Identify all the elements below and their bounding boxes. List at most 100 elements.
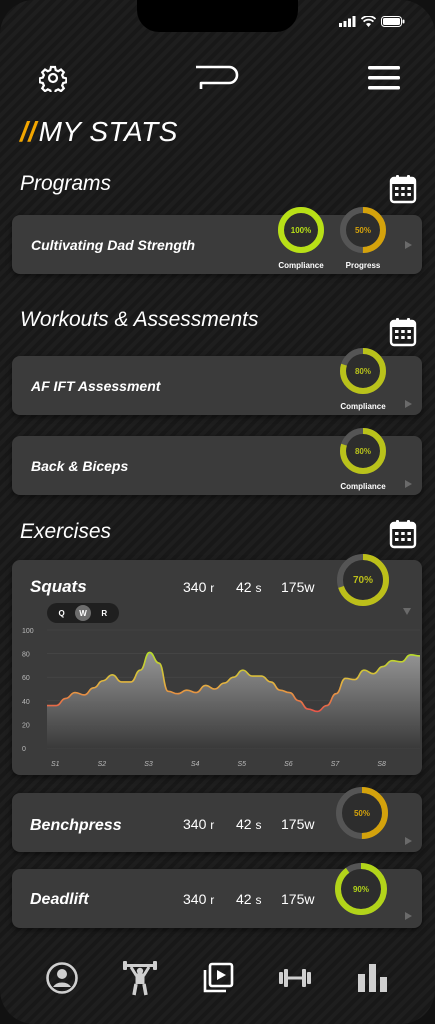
nav-profile[interactable] [44,958,80,998]
workout-name: AF IFT Assessment [31,378,161,394]
exercise-ring: 70% [335,552,391,608]
exercises-section-title: Exercises [20,520,112,543]
progress-label: Progress [345,261,381,270]
expand-arrow-icon[interactable] [405,241,412,249]
y-tick-label: 60 [22,675,30,682]
progress-percent: 50% [354,225,371,235]
time-value: 42 [236,579,252,595]
nav-exercises[interactable] [277,958,313,998]
x-tick-label: S6 [284,761,293,768]
notch [137,0,298,32]
progress-ring: 50% [338,205,388,255]
exercise-ring: 90% [333,861,389,917]
wifi-icon [361,16,376,27]
exercise-card[interactable]: Deadlift 340 r 42 s 175w 90% [12,863,422,928]
x-tick-label: S5 [238,761,247,768]
time-unit: s [255,581,262,595]
series-area [47,652,420,748]
y-tick-label: 20 [22,722,30,729]
compliance-label: Compliance [340,402,386,411]
reps-unit: r [210,818,215,832]
exercise-card[interactable]: Benchpress 340 r 42 s 175w 50% [12,787,422,852]
time-unit: s [255,893,262,907]
compliance-percent: 80% [354,446,371,456]
exercise-name: Deadlift [30,891,89,908]
period-option-r[interactable]: R [96,605,112,621]
x-tick-label: S2 [98,761,107,768]
gear-icon [38,65,68,95]
title-text: MY STATS [38,116,178,147]
hamburger-menu-button[interactable] [367,65,401,91]
signal-icon [339,16,356,27]
status-bar [339,16,405,27]
compliance-ring: 80% [338,346,388,396]
weight-stat: 175w [281,579,315,595]
time-stat: 42 s [236,816,261,832]
time-unit: s [255,818,262,832]
battery-icon [381,16,405,27]
hamburger-icon [368,66,400,90]
nav-workouts[interactable] [122,958,158,998]
page-title: // MY STATS [20,116,178,148]
reps-value: 340 [183,816,207,832]
y-tick-label: 40 [22,699,30,706]
time-value: 42 [236,891,252,907]
expand-arrow-icon[interactable] [405,837,412,845]
reps-stat: 340 r [183,891,214,907]
programs-calendar-button[interactable] [389,174,417,204]
reps-stat: 340 r [183,579,214,595]
compliance-percent: 80% [354,366,371,376]
weightlifter-icon [123,961,157,996]
exercise-percent: 50% [353,808,370,818]
video-library-icon [203,962,234,993]
nav-stats[interactable] [355,958,391,998]
expand-arrow-icon[interactable] [405,400,412,408]
settings-button[interactable] [38,64,68,95]
compliance-ring: 80% [338,426,388,476]
calendar-icon [389,318,417,347]
app-logo [193,64,241,90]
top-bar [0,60,435,96]
x-tick-label: S1 [51,761,60,768]
workouts-calendar-button[interactable] [389,317,417,347]
exercise-name: Benchpress [30,817,122,834]
phone-screen: // MY STATS Programs Cultivating Dad Str… [0,0,435,1024]
dumbbell-icon [279,969,311,987]
weight-stat: 175w [281,891,315,907]
x-tick-label: S7 [331,761,341,768]
period-option-w[interactable]: W [74,605,91,621]
expand-arrow-icon[interactable] [405,912,412,920]
exercise-percent: 70% [352,574,373,586]
compliance-label: Compliance [340,482,386,491]
time-value: 42 [236,816,252,832]
x-tick-label: S4 [191,761,200,768]
exercise-percent: 90% [352,884,369,894]
time-stat: 42 s [236,579,261,595]
reps-value: 340 [183,891,207,907]
weight-stat: 175w [281,816,315,832]
program-name: Cultivating Dad Strength [31,237,196,253]
profile-icon [46,962,78,994]
reps-unit: r [210,893,215,907]
title-slashes: // [20,116,37,147]
program-card[interactable]: Cultivating Dad Strength 100% Compliance… [12,207,422,274]
reps-stat: 340 r [183,816,214,832]
y-tick-label: 100 [22,628,34,635]
workout-card[interactable]: AF IFT Assessment 80% Compliance [12,348,422,415]
compliance-ring: 100% [276,205,326,255]
y-tick-label: 80 [22,652,30,659]
x-tick-label: S3 [144,761,153,768]
workouts-section-title: Workouts & Assessments [20,308,259,331]
expand-arrow-icon[interactable] [405,480,412,488]
exercises-calendar-button[interactable] [389,519,417,549]
calendar-icon [389,175,417,204]
squats-progress-chart: 0 20 40 60 80 100 S1 S2 S3 S4 S5 S6 S7 S8 [22,628,421,768]
nav-videos[interactable] [200,958,236,998]
workout-card[interactable]: Back & Biceps 80% Compliance [12,428,422,495]
compliance-percent: 100% [290,225,312,235]
period-option-q[interactable]: Q [54,605,70,621]
exercise-ring: 50% [334,785,390,841]
reps-unit: r [210,581,215,595]
programs-section-title: Programs [20,172,112,195]
collapse-arrow-icon[interactable] [403,608,411,615]
